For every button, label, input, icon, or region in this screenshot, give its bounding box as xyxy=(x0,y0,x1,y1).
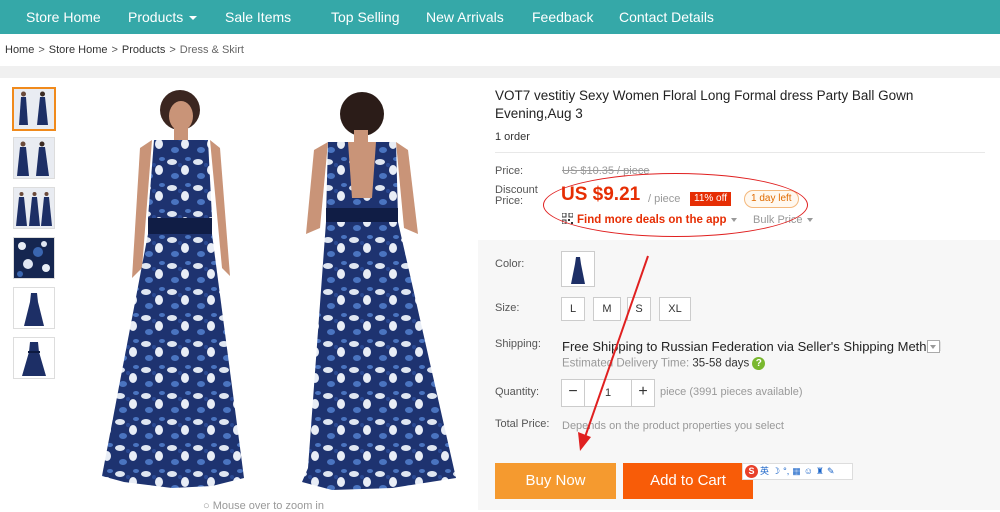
nav-feedback[interactable]: Feedback xyxy=(532,0,593,34)
breadcrumb-store-home[interactable]: Store Home xyxy=(49,44,108,56)
delivery-label: Estimated Delivery Time: xyxy=(562,357,690,370)
total-price-note: Depends on the product properties you se… xyxy=(562,420,784,432)
size-option-s[interactable]: S xyxy=(627,297,651,321)
nav-top-selling[interactable]: Top Selling xyxy=(331,0,400,34)
store-nav-bar: Store Home Products Sale Items Top Selli… xyxy=(0,0,1000,34)
delivery-days: 35-58 days xyxy=(692,357,750,370)
moon-icon: ☽ xyxy=(772,466,781,476)
quantity-increase-button[interactable]: + xyxy=(631,380,654,406)
thumbnail-3[interactable] xyxy=(13,187,55,229)
size-option-l[interactable]: L xyxy=(561,297,585,321)
ime-toolbar[interactable]: S 英 ☽ °, ▦ ☺ ♜ ✎ xyxy=(742,463,853,480)
price-label: Price: xyxy=(495,165,524,177)
order-count[interactable]: 1 order xyxy=(495,131,530,143)
product-title: VOT7 vestitiy Sexy Women Floral Long For… xyxy=(495,88,914,121)
color-option[interactable] xyxy=(561,251,595,287)
thumbnail-1[interactable] xyxy=(12,87,56,131)
shirt-icon: ♜ xyxy=(815,466,824,476)
total-price-label: Total Price: xyxy=(495,418,550,430)
thumbnail-6[interactable] xyxy=(13,337,55,379)
shipping-dropdown[interactable] xyxy=(927,340,940,353)
product-main-image[interactable] xyxy=(62,78,476,500)
zoom-hint: ○ Mouse over to zoom in xyxy=(203,500,324,512)
quantity-stepper: − 1 + xyxy=(561,379,655,407)
magnifier-icon: ○ xyxy=(203,500,213,512)
breadcrumb-separator: > xyxy=(111,44,118,56)
quantity-label: Quantity: xyxy=(495,386,540,398)
chevron-down-icon xyxy=(189,16,198,21)
shipping-method[interactable]: Free Shipping to Russian Federation via … xyxy=(562,339,941,354)
annotation-ellipse xyxy=(543,173,808,237)
punctuation-icon: °, xyxy=(783,466,790,476)
ime-mode-label: 英 xyxy=(760,466,770,476)
chevron-down-icon xyxy=(806,218,813,223)
size-option-m[interactable]: M xyxy=(593,297,621,321)
delivery-time: Estimated Delivery Time: 35-58 days? xyxy=(562,357,766,370)
zoom-hint-text: Mouse over to zoom in xyxy=(212,500,324,512)
wrench-icon: ✎ xyxy=(827,466,835,476)
buy-now-button[interactable]: Buy Now xyxy=(495,463,616,499)
thumbnail-5[interactable] xyxy=(13,287,55,329)
add-to-cart-button[interactable]: Add to Cart xyxy=(623,463,753,499)
thumbnail-4[interactable] xyxy=(13,237,55,279)
divider xyxy=(495,152,985,153)
nav-store-home[interactable]: Store Home xyxy=(26,0,101,34)
help-icon[interactable]: ? xyxy=(752,357,766,370)
user-icon: ☺ xyxy=(803,466,813,476)
section-divider xyxy=(0,66,1000,78)
quantity-input[interactable]: 1 xyxy=(585,380,631,406)
breadcrumb-separator: > xyxy=(169,44,176,56)
size-label: Size: xyxy=(495,302,520,314)
discount-price-label: Discount Price: xyxy=(495,185,538,207)
shipping-label: Shipping: xyxy=(495,338,541,350)
sogou-logo-icon: S xyxy=(745,465,758,478)
breadcrumb-home[interactable]: Home xyxy=(5,44,34,56)
thumbnail-2[interactable] xyxy=(13,137,55,179)
breadcrumb-separator: > xyxy=(38,44,45,56)
breadcrumb: Home > Store Home > Products > Dress & Skirt xyxy=(5,44,244,56)
breadcrumb-products[interactable]: Products xyxy=(122,44,165,56)
color-label: Color: xyxy=(495,258,525,270)
nav-products-label: Products xyxy=(128,9,184,25)
nav-contact-details[interactable]: Contact Details xyxy=(619,0,714,34)
size-option-xl[interactable]: XL xyxy=(659,297,691,321)
quantity-decrease-button[interactable]: − xyxy=(562,380,585,406)
nav-products[interactable]: Products xyxy=(128,0,198,34)
quantity-availability: piece (3991 pieces available) xyxy=(660,386,803,398)
discount-label-line2: Price: xyxy=(495,195,524,207)
nav-sale-items[interactable]: Sale Items xyxy=(225,0,291,34)
chevron-down-icon xyxy=(930,345,936,349)
nav-new-arrivals[interactable]: New Arrivals xyxy=(426,0,504,34)
keyboard-icon: ▦ xyxy=(792,466,801,476)
breadcrumb-dress-skirt[interactable]: Dress & Skirt xyxy=(180,44,244,56)
